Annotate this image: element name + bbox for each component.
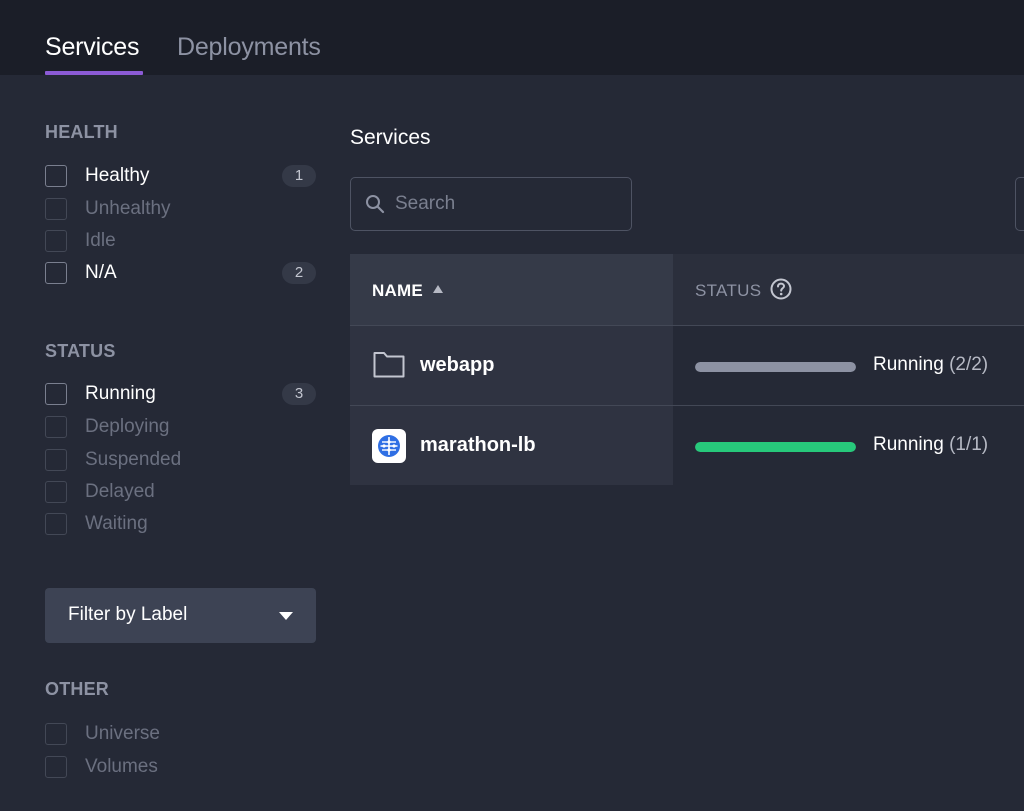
- active-tab-indicator: [45, 71, 143, 75]
- filter-label: Volumes: [85, 756, 158, 777]
- filter-count-badge: 1: [282, 165, 316, 187]
- status-text: Running (2/2): [873, 354, 988, 376]
- search-input[interactable]: [395, 191, 615, 217]
- filter-na[interactable]: N/A 2: [45, 259, 316, 287]
- status-progress-fill: [695, 362, 856, 372]
- column-header-name-label: NAME: [372, 281, 423, 300]
- marathon-lb-app-icon: [372, 429, 406, 463]
- status-progress-bar: [695, 442, 856, 452]
- filter-label: N/A: [85, 262, 117, 283]
- sort-ascending-icon: [433, 285, 443, 293]
- table-row-webapp-status: Running (2/2): [673, 326, 1024, 405]
- filter-healthy[interactable]: Healthy 1: [45, 162, 316, 190]
- universe-checkbox: [45, 723, 67, 745]
- filter-deploying: Deploying: [45, 413, 316, 441]
- status-progress-bar: [695, 362, 856, 372]
- filter-universe: Universe: [45, 720, 316, 748]
- filter-label: Delayed: [85, 481, 155, 502]
- volumes-checkbox: [45, 756, 67, 778]
- table-row-marathon-lb-status: Running (1/1): [673, 406, 1024, 485]
- na-checkbox[interactable]: [45, 262, 67, 284]
- filter-count-badge: 3: [282, 383, 316, 405]
- filter-label: Universe: [85, 723, 160, 744]
- status-instance-count: (1/1): [949, 434, 989, 455]
- tab-deployments[interactable]: Deployments: [177, 31, 321, 63]
- toolbar-button-partial[interactable]: [1015, 177, 1024, 231]
- network-globe-icon: [378, 435, 400, 457]
- filter-delayed: Delayed: [45, 478, 316, 506]
- search-box: [350, 177, 632, 231]
- page-title: Services: [350, 126, 431, 149]
- delayed-checkbox: [45, 481, 67, 503]
- idle-checkbox: [45, 230, 67, 252]
- filter-volumes: Volumes: [45, 753, 316, 781]
- filter-label: Suspended: [85, 449, 182, 470]
- help-icon[interactable]: [770, 278, 792, 300]
- deploying-checkbox: [45, 416, 67, 438]
- status-instance-count: (2/2): [949, 354, 989, 375]
- filter-by-label-text: Filter by Label: [68, 604, 188, 625]
- search-icon: [366, 195, 385, 214]
- filter-unhealthy: Unhealthy: [45, 195, 316, 223]
- filter-label: Running: [85, 383, 156, 404]
- waiting-checkbox: [45, 513, 67, 535]
- column-header-status[interactable]: STATUS: [673, 254, 1024, 325]
- filter-label: Idle: [85, 230, 116, 251]
- table-row-marathon-lb-name[interactable]: marathon-lb: [350, 406, 673, 485]
- caret-down-icon: [279, 612, 293, 620]
- filter-label: Waiting: [85, 513, 148, 534]
- filter-label: Deploying: [85, 416, 170, 437]
- filter-waiting: Waiting: [45, 510, 316, 538]
- filter-running[interactable]: Running 3: [45, 380, 316, 408]
- filter-count-badge: 2: [282, 262, 316, 284]
- filter-by-label-dropdown[interactable]: Filter by Label: [45, 588, 316, 643]
- running-checkbox[interactable]: [45, 383, 67, 405]
- service-name[interactable]: marathon-lb: [420, 434, 536, 457]
- status-label: Running: [873, 434, 944, 455]
- service-name[interactable]: webapp: [420, 354, 494, 377]
- column-header-status-label: STATUS: [695, 281, 762, 300]
- top-nav: Services Deployments: [0, 0, 1024, 75]
- column-header-name[interactable]: NAME: [350, 254, 673, 325]
- status-section-title: STATUS: [45, 341, 116, 361]
- unhealthy-checkbox: [45, 198, 67, 220]
- tab-services[interactable]: Services: [45, 31, 139, 63]
- filter-suspended: Suspended: [45, 446, 316, 474]
- table-row-webapp-name[interactable]: webapp: [350, 326, 673, 405]
- status-label: Running: [873, 354, 944, 375]
- status-text: Running (1/1): [873, 434, 988, 456]
- status-progress-fill: [695, 442, 856, 452]
- folder-icon: [373, 352, 405, 378]
- healthy-checkbox[interactable]: [45, 165, 67, 187]
- other-section-title: OTHER: [45, 679, 109, 699]
- filter-idle: Idle: [45, 227, 316, 255]
- health-section-title: HEALTH: [45, 122, 118, 142]
- filter-label: Unhealthy: [85, 198, 171, 219]
- filter-label: Healthy: [85, 165, 150, 186]
- suspended-checkbox: [45, 449, 67, 471]
